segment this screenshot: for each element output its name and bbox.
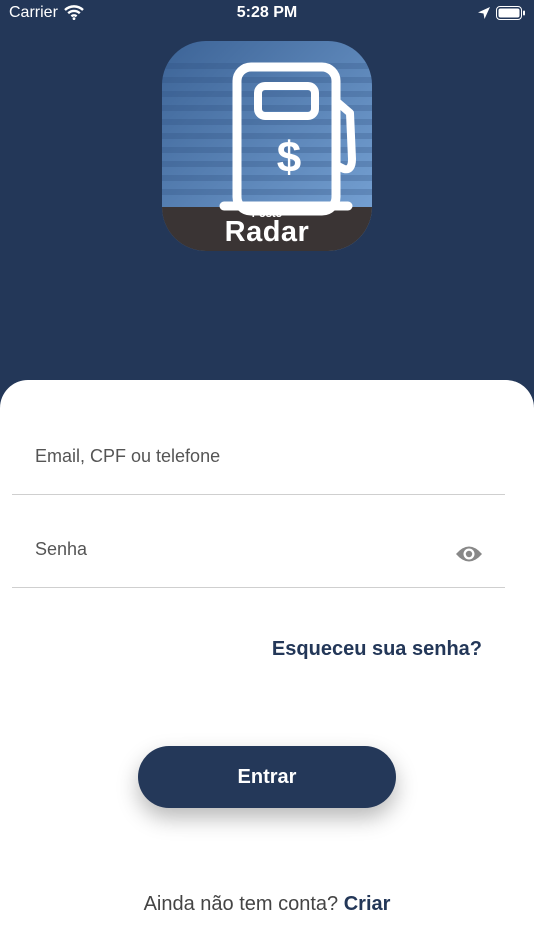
clock: 5:28 PM xyxy=(236,4,298,21)
email-input[interactable] xyxy=(33,442,437,470)
status-bar: Carrier 5:28 PM xyxy=(0,0,534,28)
dollar-symbol: $ xyxy=(277,133,301,182)
login-button[interactable]: Entrar xyxy=(138,746,396,808)
logo-label-radar: Radar xyxy=(224,216,310,248)
signup-prompt: Ainda não tem conta? xyxy=(143,893,339,915)
battery-icon xyxy=(496,6,526,25)
eye-icon[interactable] xyxy=(455,544,483,569)
location-arrow-icon xyxy=(477,6,491,25)
app-logo: $ Posto Radar xyxy=(162,41,372,251)
forgot-password-link[interactable]: Esqueceu sua senha? xyxy=(272,638,482,661)
signup-row: Ainda não tem conta? Criar xyxy=(0,893,534,916)
password-field xyxy=(12,513,505,588)
password-input[interactable] xyxy=(33,535,437,563)
signup-link[interactable]: Criar xyxy=(344,893,391,915)
email-field xyxy=(12,420,505,495)
